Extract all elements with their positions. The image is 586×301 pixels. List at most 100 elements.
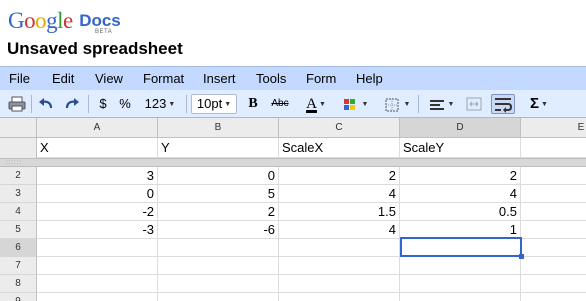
cell-b2[interactable]: 0 bbox=[158, 167, 279, 185]
logo-letter: G bbox=[8, 8, 25, 33]
cell-b7[interactable] bbox=[158, 257, 279, 275]
chevron-down-icon: ▼ bbox=[447, 101, 455, 108]
menu-edit[interactable]: Edit bbox=[52, 71, 74, 86]
print-button[interactable] bbox=[7, 94, 27, 114]
cell-e4[interactable] bbox=[521, 203, 586, 221]
chevron-down-icon: ▼ bbox=[168, 101, 176, 108]
cell-b8[interactable] bbox=[158, 275, 279, 293]
cell-a1[interactable]: X bbox=[37, 138, 158, 158]
percent-format-button[interactable]: % bbox=[116, 94, 134, 114]
menu-view[interactable]: View bbox=[95, 71, 123, 86]
row-header[interactable]: 6 bbox=[0, 239, 37, 257]
row-header-frozen[interactable] bbox=[0, 138, 37, 158]
column-header-b[interactable]: B bbox=[158, 118, 279, 138]
cell-a8[interactable] bbox=[37, 275, 158, 293]
cell-e3[interactable] bbox=[521, 185, 586, 203]
cell-c4[interactable]: 1.5 bbox=[279, 203, 400, 221]
menu-bar: File Edit View Format Insert Tools Form … bbox=[0, 66, 586, 90]
strikethrough-button[interactable]: Abc bbox=[268, 94, 292, 114]
cell-b4[interactable]: 2 bbox=[158, 203, 279, 221]
menu-insert[interactable]: Insert bbox=[203, 71, 236, 86]
undo-button[interactable] bbox=[36, 94, 56, 114]
print-icon bbox=[8, 96, 26, 112]
cell-e5[interactable] bbox=[521, 221, 586, 239]
row-header[interactable]: 8 bbox=[0, 275, 37, 293]
cell-c7[interactable] bbox=[279, 257, 400, 275]
row-header[interactable]: 9 bbox=[0, 293, 37, 301]
cell-d8[interactable] bbox=[400, 275, 521, 293]
merge-cells-icon bbox=[466, 97, 482, 111]
font-size-dropdown[interactable]: 10pt ▼ bbox=[191, 94, 237, 114]
cell-a6[interactable] bbox=[37, 239, 158, 257]
cell-d1[interactable]: ScaleY bbox=[400, 138, 521, 158]
menu-help[interactable]: Help bbox=[356, 71, 383, 86]
font-size-label: 10pt bbox=[196, 96, 223, 111]
cell-b5[interactable]: -6 bbox=[158, 221, 279, 239]
document-title[interactable]: Unsaved spreadsheet bbox=[7, 39, 183, 59]
chevron-down-icon: ▼ bbox=[361, 101, 369, 108]
cell-c9[interactable] bbox=[279, 293, 400, 301]
row-header[interactable]: 2 bbox=[0, 167, 37, 185]
cell-b6[interactable] bbox=[158, 239, 279, 257]
cell-a4[interactable]: -2 bbox=[37, 203, 158, 221]
column-header-c[interactable]: C bbox=[279, 118, 400, 138]
selected-cell-outline[interactable] bbox=[400, 237, 522, 257]
cell-a5[interactable]: -3 bbox=[37, 221, 158, 239]
undo-icon bbox=[39, 98, 53, 109]
cell-a9[interactable] bbox=[37, 293, 158, 301]
cell-c8[interactable] bbox=[279, 275, 400, 293]
row-header[interactable]: 5 bbox=[0, 221, 37, 239]
cell-e2[interactable] bbox=[521, 167, 586, 185]
cell-c1[interactable]: ScaleX bbox=[279, 138, 400, 158]
cell-c2[interactable]: 2 bbox=[279, 167, 400, 185]
cell-e9[interactable] bbox=[521, 293, 586, 301]
menu-file[interactable]: File bbox=[9, 71, 30, 86]
select-all-corner[interactable] bbox=[0, 118, 37, 138]
number-format-label: 123 bbox=[144, 96, 167, 111]
row-header[interactable]: 7 bbox=[0, 257, 37, 275]
fill-handle[interactable] bbox=[519, 254, 524, 259]
cell-b1[interactable]: Y bbox=[158, 138, 279, 158]
align-left-icon bbox=[429, 99, 444, 110]
borders-button[interactable]: ▼ bbox=[380, 94, 412, 114]
cell-d2[interactable]: 2 bbox=[400, 167, 521, 185]
cell-c6[interactable] bbox=[279, 239, 400, 257]
cell-e8[interactable] bbox=[521, 275, 586, 293]
cell-d7[interactable] bbox=[400, 257, 521, 275]
logo-letter: e bbox=[63, 8, 73, 33]
frozen-rows-divider[interactable]: :::::: bbox=[0, 158, 586, 167]
row-header[interactable]: 4 bbox=[0, 203, 37, 221]
text-color-button[interactable]: A ▼ bbox=[300, 94, 332, 114]
merge-cells-button[interactable] bbox=[464, 94, 486, 114]
number-format-dropdown[interactable]: 123 ▼ bbox=[140, 94, 180, 114]
column-header-d[interactable]: D bbox=[400, 118, 521, 138]
cell-a2[interactable]: 3 bbox=[37, 167, 158, 185]
cell-d3[interactable]: 4 bbox=[400, 185, 521, 203]
background-color-button[interactable]: ▼ bbox=[338, 94, 370, 114]
redo-button[interactable] bbox=[62, 94, 82, 114]
cell-b3[interactable]: 5 bbox=[158, 185, 279, 203]
chevron-down-icon: ▼ bbox=[318, 101, 326, 108]
bold-button[interactable]: B bbox=[244, 94, 262, 114]
column-header-a[interactable]: A bbox=[37, 118, 158, 138]
sum-button[interactable]: Σ ▼ bbox=[524, 94, 554, 114]
cell-b9[interactable] bbox=[158, 293, 279, 301]
cell-a3[interactable]: 0 bbox=[37, 185, 158, 203]
cell-c5[interactable]: 4 bbox=[279, 221, 400, 239]
cell-d4[interactable]: 0.5 bbox=[400, 203, 521, 221]
row-header[interactable]: 3 bbox=[0, 185, 37, 203]
align-button[interactable]: ▼ bbox=[425, 94, 457, 114]
cell-e7[interactable] bbox=[521, 257, 586, 275]
cell-a7[interactable] bbox=[37, 257, 158, 275]
menu-tools[interactable]: Tools bbox=[256, 71, 286, 86]
wrap-text-button[interactable] bbox=[491, 94, 515, 114]
cell-c3[interactable]: 4 bbox=[279, 185, 400, 203]
menu-format[interactable]: Format bbox=[143, 71, 184, 86]
column-header-e[interactable]: E bbox=[521, 118, 586, 138]
cell-e1[interactable] bbox=[521, 138, 586, 158]
currency-format-button[interactable]: $ bbox=[95, 94, 111, 114]
cell-e6[interactable] bbox=[521, 239, 586, 257]
cell-d9[interactable] bbox=[400, 293, 521, 301]
logo-google-text: Google bbox=[8, 8, 73, 33]
menu-form[interactable]: Form bbox=[306, 71, 336, 86]
